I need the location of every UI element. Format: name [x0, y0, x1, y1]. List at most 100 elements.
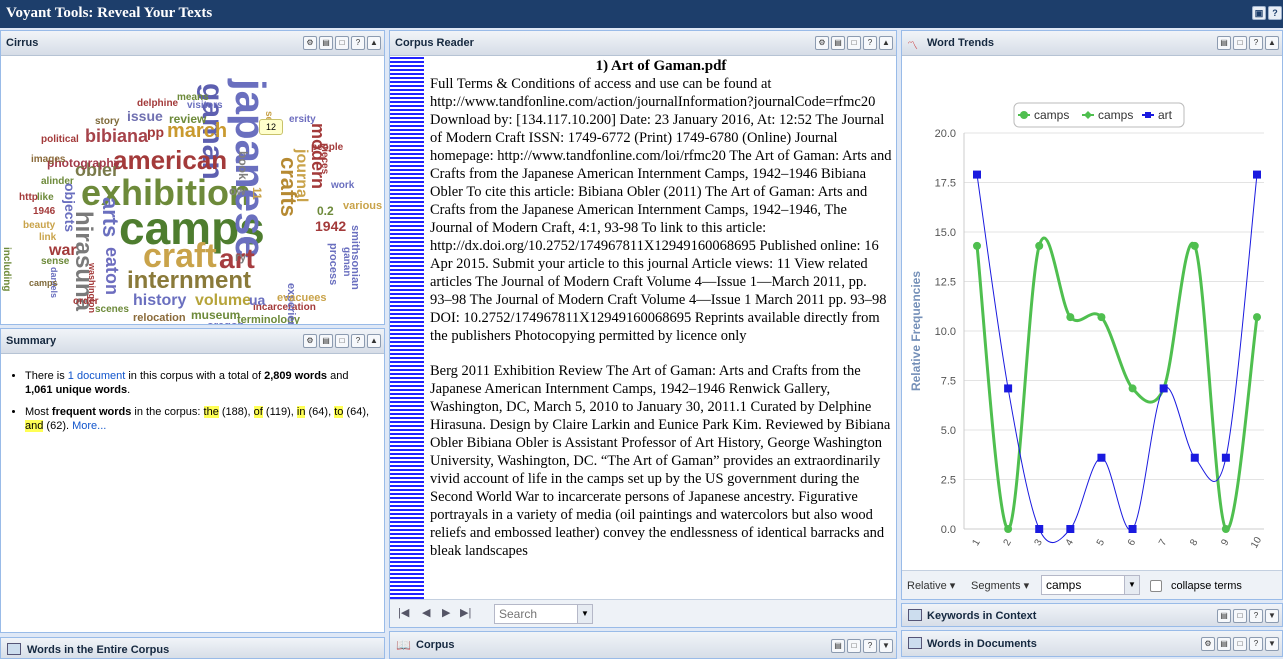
words-docs-header[interactable]: Words in Documents ⚙ ▤ □ ? ▼: [902, 631, 1282, 656]
help-icon[interactable]: ?: [1249, 36, 1263, 50]
reader-text[interactable]: 1) Art of Gaman.pdf Full Terms & Conditi…: [430, 57, 892, 599]
cloud-word[interactable]: beauty: [23, 221, 55, 231]
cloud-word[interactable]: journal: [293, 149, 310, 202]
gear-icon[interactable]: ⚙: [815, 36, 829, 50]
help-icon[interactable]: ?: [1268, 6, 1282, 20]
cloud-word[interactable]: relocation: [133, 313, 186, 324]
cloud-word[interactable]: like: [37, 193, 54, 203]
cloud-word[interactable]: ry: [235, 251, 246, 263]
kwic-header[interactable]: Keywords in Context ▤ □ ? ▼: [902, 604, 1282, 626]
word-cloud[interactable]: 12 camps exhibition japanese gaman american c…: [1, 57, 384, 324]
maximize-icon[interactable]: □: [1233, 637, 1247, 651]
help-icon[interactable]: ?: [863, 36, 877, 50]
help-icon[interactable]: ?: [1249, 637, 1263, 651]
corpus-header[interactable]: 📖 Corpus ▤ □ ? ▼: [390, 632, 896, 658]
cloud-word[interactable]: bibiana: [85, 127, 148, 145]
more-link[interactable]: More...: [72, 420, 106, 432]
cloud-word[interactable]: arts: [98, 197, 123, 237]
first-page-icon[interactable]: |◀: [398, 606, 409, 619]
help-icon[interactable]: ?: [863, 639, 877, 653]
term-dropdown-icon[interactable]: ▼: [1124, 575, 1140, 595]
gear-icon[interactable]: ⚙: [1201, 637, 1215, 651]
collapse-icon[interactable]: ▲: [367, 334, 381, 348]
collapse-icon[interactable]: ▲: [367, 36, 381, 50]
export-icon[interactable]: ▤: [319, 334, 333, 348]
prev-page-icon[interactable]: ◀: [422, 606, 430, 619]
cloud-word[interactable]: http: [19, 193, 38, 203]
cloud-word[interactable]: pieces: [319, 143, 330, 174]
maximize-icon[interactable]: □: [847, 639, 861, 653]
collapse-checkbox[interactable]: [1150, 580, 1162, 592]
cloud-word[interactable]: camps: [29, 279, 58, 288]
export-icon[interactable]: ▤: [319, 36, 333, 50]
cloud-word[interactable]: process: [327, 243, 339, 285]
cloud-word[interactable]: various: [343, 201, 382, 212]
cloud-word[interactable]: volume: [195, 293, 251, 309]
cloud-word[interactable]: sense: [41, 257, 69, 267]
help-icon[interactable]: ?: [351, 334, 365, 348]
document-position-bar[interactable]: [390, 57, 424, 599]
document-link[interactable]: 1 document: [68, 370, 125, 382]
cloud-word[interactable]: washington: [87, 263, 97, 313]
export-icon[interactable]: ▤: [1217, 637, 1231, 651]
cloud-word[interactable]: ganan: [341, 247, 352, 276]
cloud-word[interactable]: ua: [249, 293, 265, 307]
cloud-word[interactable]: including: [1, 247, 12, 291]
cloud-word[interactable]: 11: [250, 187, 264, 200]
cloud-word[interactable]: pp: [147, 125, 164, 139]
cloud-word[interactable]: book: [236, 151, 250, 180]
term-input[interactable]: [1041, 575, 1125, 595]
export-icon[interactable]: ▤: [1217, 609, 1231, 623]
cloud-word[interactable]: issue: [127, 109, 163, 123]
expand-icon[interactable]: ▼: [879, 639, 893, 653]
maximize-icon[interactable]: □: [335, 334, 349, 348]
cloud-word[interactable]: ow: [229, 185, 246, 197]
export-icon[interactable]: ▤: [831, 36, 845, 50]
cloud-word[interactable]: evacuees: [277, 293, 327, 304]
frequent-term-link[interactable]: to: [334, 406, 344, 418]
relative-button[interactable]: Relative ▾: [907, 579, 955, 592]
cloud-word[interactable]: scenes: [95, 305, 129, 315]
frequent-term-link[interactable]: the: [203, 406, 219, 418]
cloud-word[interactable]: 1942: [315, 219, 346, 233]
export-icon[interactable]: ▤: [831, 639, 845, 653]
cloud-word[interactable]: eaton: [102, 247, 122, 295]
maximize-icon[interactable]: □: [847, 36, 861, 50]
search-input[interactable]: [494, 604, 578, 624]
collapse-icon[interactable]: ▲: [879, 36, 893, 50]
collapse-icon[interactable]: ▲: [1265, 36, 1279, 50]
cloud-word[interactable]: american: [113, 147, 227, 173]
cloud-word[interactable]: delphine: [137, 99, 178, 109]
words-entire-header[interactable]: Words in the Entire Corpus: [1, 638, 384, 658]
cloud-word[interactable]: 1946: [33, 207, 55, 217]
cloud-word[interactable]: history: [133, 293, 186, 309]
maximize-icon[interactable]: □: [1233, 609, 1247, 623]
frequent-term-link[interactable]: and: [25, 420, 44, 432]
cloud-word[interactable]: story: [95, 117, 119, 127]
next-page-icon[interactable]: ▶: [442, 606, 450, 619]
gear-icon[interactable]: ⚙: [303, 334, 317, 348]
cloud-word[interactable]: link: [39, 233, 56, 243]
cloud-word[interactable]: 0.2: [317, 205, 334, 217]
cloud-word[interactable]: internment: [127, 269, 251, 293]
help-icon[interactable]: ?: [351, 36, 365, 50]
frequent-term-link[interactable]: of: [253, 406, 263, 418]
cloud-word[interactable]: means: [177, 93, 209, 103]
gear-icon[interactable]: ⚙: [303, 36, 317, 50]
maximize-icon[interactable]: □: [1233, 36, 1247, 50]
export-icon[interactable]: ▤: [1217, 36, 1231, 50]
maximize-icon[interactable]: □: [335, 36, 349, 50]
cloud-word[interactable]: review: [169, 113, 206, 125]
expand-icon[interactable]: ▼: [1265, 609, 1279, 623]
cloud-word[interactable]: objects: [62, 183, 78, 232]
cloud-word[interactable]: ersity: [289, 115, 316, 125]
cloud-word[interactable]: political: [41, 135, 79, 145]
expand-icon[interactable]: ▼: [1265, 637, 1279, 651]
cloud-word[interactable]: images: [31, 155, 65, 165]
save-icon[interactable]: ▣: [1252, 6, 1266, 20]
search-dropdown-icon[interactable]: ▼: [577, 604, 593, 624]
cloud-word[interactable]: work: [331, 181, 354, 191]
last-page-icon[interactable]: ▶|: [460, 606, 471, 619]
trends-chart[interactable]: 0.0 2.5 5.0 7.5 10.0 12.5 15.0 17.5 20.0 1 2 3 4 5 6 7 8…: [902, 57, 1282, 570]
help-icon[interactable]: ?: [1249, 609, 1263, 623]
